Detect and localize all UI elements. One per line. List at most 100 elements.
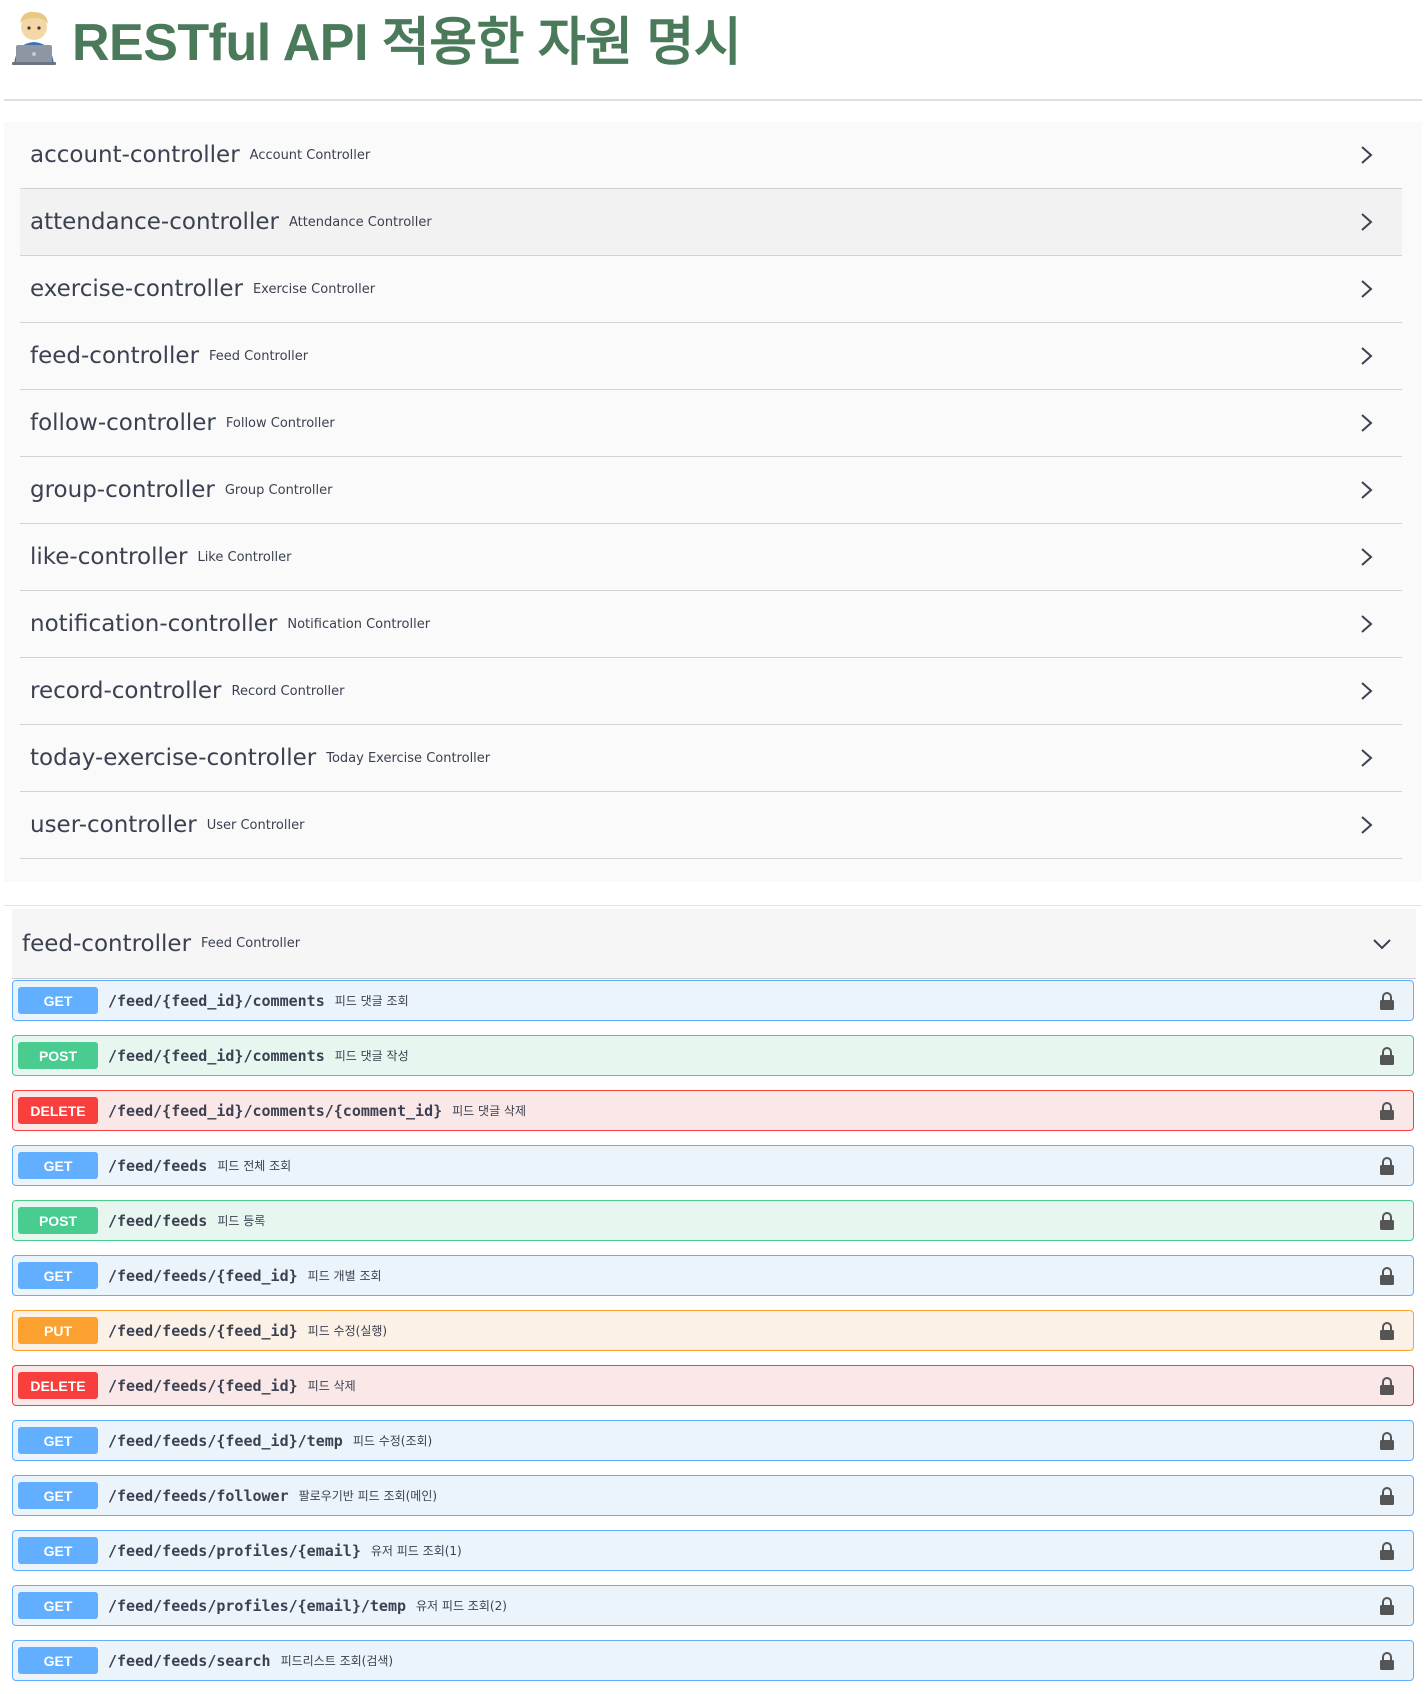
operation-row[interactable]: GET /feed/feeds/{feed_id}/temp 피드 수정(조회) — [12, 1420, 1414, 1461]
lock-icon[interactable] — [1379, 1266, 1395, 1286]
chevron-right-icon — [1361, 280, 1373, 298]
tag-description: Feed Controller — [201, 936, 301, 951]
tag-like-controller[interactable]: like-controller Like Controller — [20, 524, 1402, 591]
tag-name: like-controller — [30, 544, 188, 570]
operation-summary: 피드 등록 — [217, 1214, 266, 1228]
lock-icon[interactable] — [1379, 991, 1395, 1011]
tag-description: Record Controller — [231, 683, 345, 699]
tag-description: User Controller — [206, 817, 305, 833]
operation-summary: 피드리스트 조회(검색) — [280, 1654, 394, 1668]
feed-controller-section: feed-controller Feed Controller GET /fee… — [4, 905, 1422, 1694]
tag-exercise-controller[interactable]: exercise-controller Exercise Controller — [20, 256, 1402, 323]
lock-icon[interactable] — [1379, 1046, 1395, 1066]
method-badge: DELETE — [18, 1097, 98, 1124]
operation-row[interactable]: DELETE /feed/{feed_id}/comments/{comment… — [12, 1090, 1414, 1131]
tag-name: exercise-controller — [30, 276, 243, 302]
operation-path: /feed/feeds/{feed_id} — [108, 1376, 298, 1395]
tag-name: follow-controller — [30, 410, 216, 436]
operation-row[interactable]: GET /feed/feeds/follower 팔로우기반 피드 조회(메인) — [12, 1475, 1414, 1516]
page-header: RESTful API 적용한 자원 명시 — [10, 6, 1410, 72]
chevron-down-icon — [1373, 939, 1391, 950]
operation-path: /feed/feeds/follower — [108, 1486, 289, 1505]
tag-name: notification-controller — [30, 611, 278, 637]
operation-row[interactable]: GET /feed/{feed_id}/comments 피드 댓글 조회 — [12, 980, 1414, 1021]
tag-description: Attendance Controller — [288, 214, 432, 230]
method-badge: GET — [18, 1152, 98, 1179]
chevron-right-icon — [1361, 347, 1373, 365]
operation-summary: 피드 전체 조회 — [217, 1159, 292, 1173]
feed-controller-header[interactable]: feed-controller Feed Controller — [12, 909, 1416, 979]
lock-icon[interactable] — [1379, 1541, 1395, 1561]
tag-today-exercise-controller[interactable]: today-exercise-controller Today Exercise… — [20, 725, 1402, 792]
method-badge: PUT — [18, 1317, 98, 1344]
operation-summary: 유저 피드 조회(1) — [370, 1544, 462, 1558]
tag-description: Notification Controller — [287, 616, 431, 632]
operation-summary: 피드 수정(실행) — [307, 1324, 388, 1338]
operation-row[interactable]: GET /feed/feeds/profiles/{email} 유저 피드 조… — [12, 1530, 1414, 1571]
lock-icon[interactable] — [1379, 1596, 1395, 1616]
page-title: RESTful API 적용한 자원 명시 — [72, 13, 742, 72]
operation-summary: 피드 댓글 삭제 — [452, 1104, 527, 1118]
tag-name: today-exercise-controller — [30, 745, 317, 771]
operation-path: /feed/feeds/{feed_id} — [108, 1321, 298, 1340]
tag-name: feed-controller — [30, 343, 200, 369]
lock-icon[interactable] — [1379, 1376, 1395, 1396]
lock-icon[interactable] — [1379, 1431, 1395, 1451]
operation-summary: 피드 댓글 조회 — [334, 994, 409, 1008]
operation-path: /feed/feeds/profiles/{email}/temp — [108, 1596, 407, 1615]
operation-summary: 피드 댓글 작성 — [334, 1049, 409, 1063]
tag-feed-controller[interactable]: feed-controller Feed Controller — [20, 323, 1402, 390]
tag-description: Today Exercise Controller — [326, 750, 491, 766]
operation-path: /feed/feeds/{feed_id}/temp — [108, 1431, 343, 1450]
lock-icon[interactable] — [1379, 1211, 1395, 1231]
method-badge: GET — [18, 1592, 98, 1619]
tag-description: Group Controller — [224, 482, 333, 498]
tag-description: Exercise Controller — [252, 281, 376, 297]
lock-icon[interactable] — [1379, 1651, 1395, 1671]
chevron-right-icon — [1361, 213, 1373, 231]
tag-name: group-controller — [30, 477, 215, 503]
lock-icon[interactable] — [1379, 1321, 1395, 1341]
method-badge: POST — [18, 1042, 98, 1069]
tag-notification-controller[interactable]: notification-controller Notification Con… — [20, 591, 1402, 658]
tag-description: Follow Controller — [225, 415, 335, 431]
operation-row[interactable]: POST /feed/feeds 피드 등록 — [12, 1200, 1414, 1241]
technologist-emoji — [12, 11, 56, 65]
lock-icon[interactable] — [1379, 1101, 1395, 1121]
operation-summary: 피드 수정(조회) — [352, 1434, 433, 1448]
operation-row[interactable]: POST /feed/{feed_id}/comments 피드 댓글 작성 — [12, 1035, 1414, 1076]
operation-path: /feed/feeds/profiles/{email} — [108, 1541, 361, 1560]
tag-description: Feed Controller — [209, 348, 309, 364]
section-divider — [4, 905, 1422, 906]
operation-row[interactable]: PUT /feed/feeds/{feed_id} 피드 수정(실행) — [12, 1310, 1414, 1351]
tag-follow-controller[interactable]: follow-controller Follow Controller — [20, 390, 1402, 457]
tag-user-controller[interactable]: user-controller User Controller — [20, 792, 1402, 859]
operation-row[interactable]: GET /feed/feeds/search 피드리스트 조회(검색) — [12, 1640, 1414, 1681]
operation-row[interactable]: GET /feed/feeds 피드 전체 조회 — [12, 1145, 1414, 1186]
chevron-right-icon — [1361, 749, 1373, 767]
lock-icon[interactable] — [1379, 1156, 1395, 1176]
method-badge: GET — [18, 987, 98, 1014]
lock-icon[interactable] — [1379, 1486, 1395, 1506]
tag-name: account-controller — [30, 142, 240, 168]
tag-description: Account Controller — [249, 147, 371, 163]
operation-row[interactable]: DELETE /feed/feeds/{feed_id} 피드 삭제 — [12, 1365, 1414, 1406]
tags-panel: account-controller Account Controller at… — [4, 122, 1422, 882]
operation-row[interactable]: GET /feed/feeds/{feed_id} 피드 개별 조회 — [12, 1255, 1414, 1296]
method-badge: GET — [18, 1262, 98, 1289]
operation-summary: 유저 피드 조회(2) — [416, 1599, 507, 1613]
tag-group-controller[interactable]: group-controller Group Controller — [20, 457, 1402, 524]
chevron-right-icon — [1361, 682, 1373, 700]
operation-row[interactable]: GET /feed/feeds/profiles/{email}/temp 유저… — [12, 1585, 1414, 1626]
operation-path: /feed/{feed_id}/comments — [108, 1046, 325, 1065]
operation-path: /feed/{feed_id}/comments — [108, 991, 325, 1010]
operation-summary: 피드 개별 조회 — [307, 1269, 382, 1283]
chevron-right-icon — [1361, 481, 1373, 499]
tag-attendance-controller[interactable]: attendance-controller Attendance Control… — [20, 189, 1402, 256]
method-badge: DELETE — [18, 1372, 98, 1399]
operation-summary: 피드 삭제 — [307, 1379, 356, 1393]
chevron-right-icon — [1361, 548, 1373, 566]
chevron-right-icon — [1361, 414, 1373, 432]
tag-account-controller[interactable]: account-controller Account Controller — [20, 122, 1402, 189]
tag-record-controller[interactable]: record-controller Record Controller — [20, 658, 1402, 725]
